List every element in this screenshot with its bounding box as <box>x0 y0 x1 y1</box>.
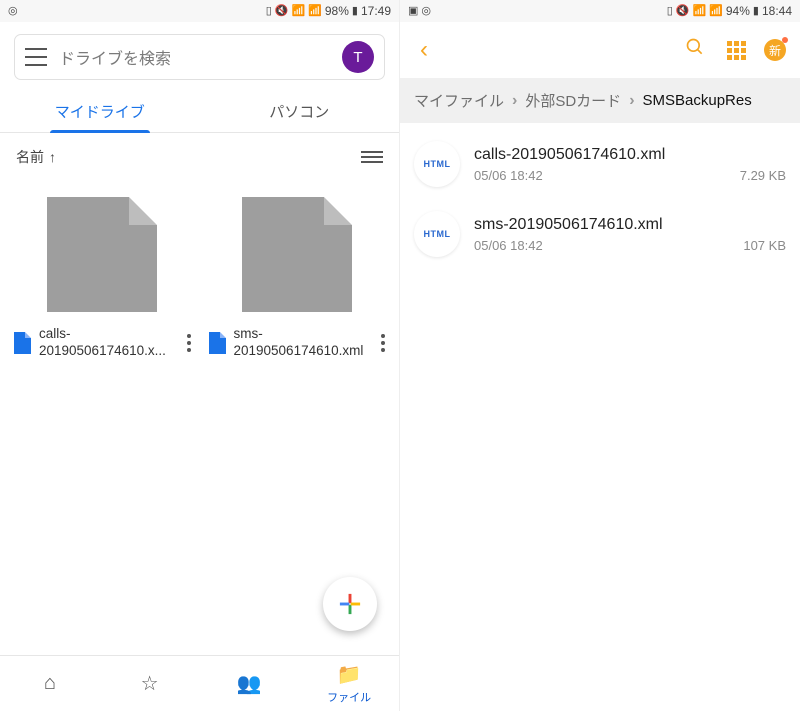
drive-tabs: マイドライブ パソコン <box>0 88 399 133</box>
tab-computers[interactable]: パソコン <box>200 88 400 132</box>
grid-icon <box>727 41 746 60</box>
html-file-icon: HTML <box>414 141 460 187</box>
account-avatar[interactable]: T <box>342 41 374 73</box>
crumb-sd[interactable]: 外部SDカード <box>525 90 621 111</box>
search-field[interactable]: ドライブを検索 T <box>14 34 385 80</box>
back-button[interactable]: ‹ <box>414 32 434 68</box>
battery-icon: ▮ <box>352 6 358 17</box>
list-item[interactable]: HTML sms-20190506174610.xml 05/06 18:42 … <box>400 199 800 269</box>
crumb-root[interactable]: マイファイル <box>414 90 504 111</box>
nav-shared[interactable]: 👥 <box>200 656 300 711</box>
app-icon: ▣ <box>408 6 418 17</box>
clock: 18:44 <box>762 4 792 18</box>
chevron-right-icon: › <box>629 92 634 110</box>
crumb-current: SMSBackupRes <box>643 92 752 109</box>
people-icon: 👥 <box>237 671 262 696</box>
drive-header: ドライブを検索 T <box>0 22 399 88</box>
more-icon[interactable] <box>381 334 385 352</box>
file-date: 05/06 18:42 <box>474 238 543 253</box>
new-badge[interactable]: 新 <box>764 39 786 61</box>
clock: 17:49 <box>361 4 391 18</box>
file-list: HTML calls-20190506174610.xml 05/06 18:4… <box>400 123 800 275</box>
file-name: sms-20190506174610.xml <box>234 326 376 360</box>
battery-pct: 94% <box>726 4 750 18</box>
file-item[interactable]: calls-20190506174610.x... <box>10 197 195 360</box>
app-icon: ◎ <box>421 6 431 17</box>
signal-icon: 📶 <box>709 6 723 17</box>
drive-screen: ◎ ▯ 🔇 📶 📶 98% ▮ 17:49 ドライブを検索 T マイドライブ パ… <box>0 0 400 711</box>
plus-icon <box>337 591 363 617</box>
wifi-icon: 📶 <box>692 6 706 17</box>
file-size: 107 KB <box>743 238 786 253</box>
sort-label: 名前 <box>16 147 44 167</box>
myfiles-header: ‹ 新 <box>400 22 800 78</box>
fab-add-button[interactable] <box>323 577 377 631</box>
sort-arrow-icon: ↑ <box>49 149 56 165</box>
breadcrumb: マイファイル › 外部SDカード › SMSBackupRes <box>400 78 800 123</box>
nav-files-label: ファイル <box>327 689 371 705</box>
file-date: 05/06 18:42 <box>474 168 543 183</box>
mute-icon: 🔇 <box>676 6 690 17</box>
more-icon[interactable] <box>187 334 191 352</box>
chevron-right-icon: › <box>512 92 517 110</box>
file-item[interactable]: sms-20190506174610.xml <box>205 197 390 360</box>
file-size: 7.29 KB <box>740 168 786 183</box>
file-name: calls-20190506174610.xml <box>474 146 786 164</box>
search-button[interactable] <box>681 33 709 67</box>
mute-icon: 🔇 <box>275 6 289 17</box>
bottom-nav: ⌂ ☆ 👥 📁 ファイル <box>0 655 399 711</box>
app-icon: ◎ <box>8 6 18 17</box>
sort-row[interactable]: 名前 ↑ <box>0 133 399 175</box>
menu-icon[interactable] <box>25 48 47 66</box>
nav-home[interactable]: ⌂ <box>0 656 100 711</box>
file-name: calls-20190506174610.x... <box>39 326 181 360</box>
battery-pct: 98% <box>325 4 349 18</box>
list-item[interactable]: HTML calls-20190506174610.xml 05/06 18:4… <box>400 129 800 199</box>
folder-icon: 📁 <box>337 662 362 687</box>
file-type-icon <box>14 332 31 354</box>
star-icon: ☆ <box>141 671 159 696</box>
file-thumb-icon <box>242 197 352 312</box>
battery-icon: ▮ <box>753 6 759 17</box>
home-icon: ⌂ <box>44 672 56 695</box>
status-bar: ▣ ◎ ▯ 🔇 📶 📶 94% ▮ 18:44 <box>400 0 800 22</box>
nav-files[interactable]: 📁 ファイル <box>299 656 399 711</box>
file-name: sms-20190506174610.xml <box>474 216 786 234</box>
nav-starred[interactable]: ☆ <box>100 656 200 711</box>
tab-mydrive[interactable]: マイドライブ <box>0 88 200 132</box>
file-grid: calls-20190506174610.x... sms-2019050617… <box>0 175 399 382</box>
list-view-icon[interactable] <box>361 151 383 163</box>
phone-icon: ▯ <box>266 6 272 17</box>
status-bar: ◎ ▯ 🔇 📶 📶 98% ▮ 17:49 <box>0 0 399 22</box>
search-icon <box>685 37 705 57</box>
file-thumb-icon <box>47 197 157 312</box>
signal-icon: 📶 <box>308 6 322 17</box>
file-type-icon <box>209 332 226 354</box>
phone-icon: ▯ <box>667 6 673 17</box>
search-placeholder: ドライブを検索 <box>59 45 330 69</box>
myfiles-screen: ▣ ◎ ▯ 🔇 📶 📶 94% ▮ 18:44 ‹ 新 マイファイル › 外部S… <box>400 0 800 711</box>
html-file-icon: HTML <box>414 211 460 257</box>
grid-view-button[interactable] <box>723 37 750 64</box>
wifi-icon: 📶 <box>291 6 305 17</box>
